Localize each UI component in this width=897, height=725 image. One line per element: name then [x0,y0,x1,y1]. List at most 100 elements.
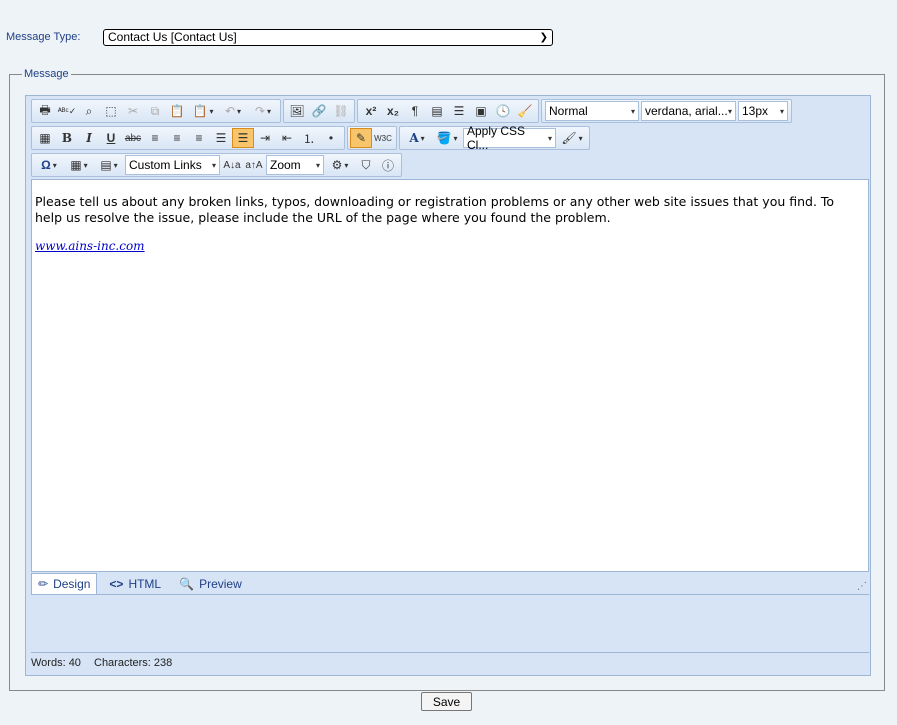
message-type-row: Message Type: Contact Us [Contact Us] ❯ [6,28,553,46]
format-code-icon[interactable]: ▤ [426,101,448,121]
outdent-icon[interactable]: ⇤ [276,128,298,148]
magnifier-icon: 🔍 [179,576,195,591]
symbols-icon[interactable]: Ω [34,155,64,175]
editor-status-bar: Words: 40 Characters: 238 [31,652,869,669]
convert-lower-icon[interactable]: A↓a [221,155,243,175]
custom-links-value: Custom Links [129,158,202,172]
css-class-value: Apply CSS Cl... [467,124,526,152]
character-count: Characters: 238 [94,657,173,669]
spellcheck-icon[interactable]: ᴬᴮᶜ✓ [56,101,78,121]
content-link[interactable]: www.ains-inc.com [35,239,145,253]
font-name-dropdown[interactable]: verdana, arial... ▾ [641,101,736,121]
convert-upper-icon[interactable]: a↑A [243,155,265,175]
resize-grip-icon[interactable]: ⋰ [857,581,867,592]
cut-icon[interactable]: ✂ [122,101,144,121]
toolbar-row-2: ▦ B I U abc ≡ ≡ ≡ ☰ ☰ ⇥ ⇤ ⒈ • ✎ W3C A 🪣 … [31,124,592,152]
subscript-icon[interactable]: x₂ [382,101,404,121]
toggle-screen-mode-icon[interactable]: ⛉ [355,155,377,175]
find-replace-icon[interactable]: ⌕ [78,101,100,121]
back-color-icon[interactable]: 🪣 [432,128,462,148]
toolbar-group-insert: 🖼 🔗 ⛓ [283,99,355,123]
editor-mode-tabs: ✏ Design <> HTML 🔍 Preview ⋰ [31,573,869,595]
about-dialog-icon[interactable]: ⓘ [377,155,399,175]
code-icon: <> [109,576,124,591]
tab-html[interactable]: <> HTML [103,573,167,594]
custom-links-dropdown[interactable]: Custom Links ▾ [125,155,220,175]
content-paragraph: Please tell us about any broken links, t… [35,194,835,225]
toolbar-group-tools: ✎ W3C [347,126,397,150]
chevron-down-icon: ▾ [211,160,216,170]
align-right-icon[interactable]: ≡ [188,128,210,148]
remove-alignment-icon[interactable]: ☰ [232,128,254,148]
toolbar-group-insert-2: Ω ▦ ▤ Custom Links ▾ A↓a a↑A Zoom ▾ ⚙ ⛉ ⓘ [31,153,402,177]
chevron-down-icon: ▾ [727,106,732,116]
pencil-icon: ✏ [38,577,49,591]
print-icon[interactable]: 🖶 [34,101,56,121]
remove-link-icon[interactable]: ⛓ [330,101,352,121]
align-center-icon[interactable]: ≡ [166,128,188,148]
font-size-value: 13px [742,104,769,118]
font-size-dropdown[interactable]: 13px ▾ [738,101,788,121]
fore-color-icon[interactable]: A [402,128,432,148]
bulleted-list-icon[interactable]: • [320,128,342,148]
module-manager-icon[interactable]: ⚙ [325,155,355,175]
chevron-down-icon: ▾ [779,106,784,116]
word-count: Words: 40 [31,657,81,669]
toolbar-group-style: ▦ B I U abc ≡ ≡ ≡ ☰ ☰ ⇥ ⇤ ⒈ • [31,126,345,150]
chevron-down-icon: ❯ [539,31,548,43]
insert-date-icon[interactable]: 🕓 [492,101,514,121]
chevron-down-icon: ▾ [315,160,320,170]
toolbar-group-format: x² x₂ ¶ ▤ ☰ ▣ 🕓 🧹 [357,99,539,123]
paragraph-style-value: Normal [549,104,588,118]
superscript-icon[interactable]: x² [360,101,382,121]
paste-icon[interactable]: 📋 [166,101,188,121]
paragraph-style-dropdown[interactable]: Normal ▾ [545,101,639,121]
bold-icon[interactable]: B [56,128,78,148]
toolbar-group-color: A 🪣 Apply CSS Cl... ▾ 🖌 [399,124,590,152]
tab-html-label: HTML [128,576,162,591]
editor-content-area[interactable]: Please tell us about any broken links, t… [31,179,869,572]
paragraph-icon[interactable]: ¶ [404,101,426,121]
message-type-select[interactable]: Contact Us [Contact Us] ❯ [103,28,553,46]
zoom-value: Zoom [270,158,301,172]
template-icon[interactable]: ▣ [470,101,492,121]
format-stripper-icon[interactable]: 🧹 [514,101,536,121]
paste-options-icon[interactable]: 📋 [188,101,218,121]
insert-table-icon[interactable]: ▦ [64,155,94,175]
format-sets-icon[interactable]: 🖌 [557,128,587,148]
message-type-value: Contact Us [Contact Us] [108,30,237,44]
font-name-value: verdana, arial... [645,104,728,118]
chevron-down-icon: ▾ [630,106,635,116]
track-changes-icon[interactable]: ✎ [350,128,372,148]
italic-icon[interactable]: I [78,128,100,148]
message-type-label: Message Type: [6,31,81,43]
toggle-table-borders-icon[interactable]: ▦ [34,128,56,148]
indent-icon[interactable]: ⇥ [254,128,276,148]
underline-icon[interactable]: U [100,128,122,148]
select-all-icon[interactable]: ⬚ [100,101,122,121]
copy-icon[interactable]: ⧉ [144,101,166,121]
tab-design[interactable]: ✏ Design [31,573,98,594]
toolbar-group-font: Normal ▾ verdana, arial... ▾ 13px ▾ [541,99,792,123]
numbered-list-icon[interactable]: ⒈ [298,128,320,148]
tab-preview[interactable]: 🔍 Preview [173,573,248,594]
toolbar-group-edit: 🖶 ᴬᴮᶜ✓ ⌕ ⬚ ✂ ⧉ 📋 📋 ↶ ↷ [31,99,281,123]
tab-preview-label: Preview [199,576,242,591]
save-button[interactable]: Save [421,692,472,711]
message-legend: Message [24,68,69,80]
horizontal-rule-icon[interactable]: ☰ [448,101,470,121]
hyperlink-icon[interactable]: 🔗 [308,101,330,121]
undo-icon[interactable]: ↶ [218,101,248,121]
chevron-down-icon: ▾ [547,133,552,143]
strikethrough-icon[interactable]: abc [122,128,144,148]
snippets-icon[interactable]: ▤ [94,155,124,175]
css-class-dropdown[interactable]: Apply CSS Cl... ▾ [463,124,556,152]
zoom-dropdown[interactable]: Zoom ▾ [266,155,324,175]
toolbar-row-3: Ω ▦ ▤ Custom Links ▾ A↓a a↑A Zoom ▾ ⚙ ⛉ ⓘ [31,153,404,177]
xhtml-validator-icon[interactable]: W3C [372,128,394,148]
justify-icon[interactable]: ☰ [210,128,232,148]
tab-design-label: Design [53,577,91,591]
redo-icon[interactable]: ↷ [248,101,278,121]
image-manager-icon[interactable]: 🖼 [286,101,308,121]
align-left-icon[interactable]: ≡ [144,128,166,148]
